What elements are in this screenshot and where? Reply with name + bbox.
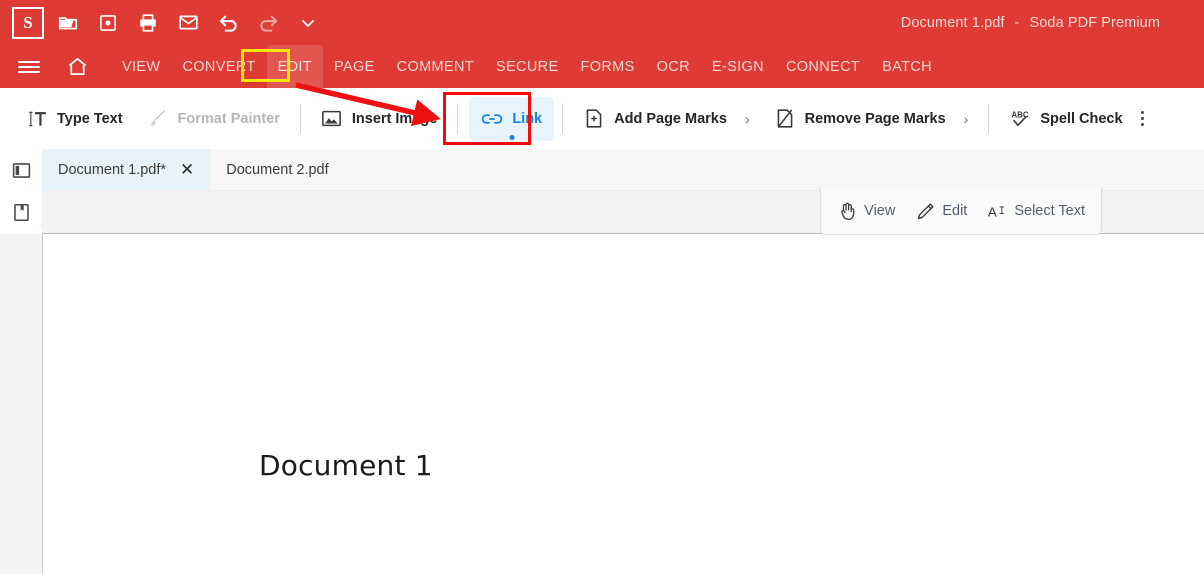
- bookmark-icon[interactable]: [0, 191, 42, 233]
- home-icon[interactable]: [56, 45, 98, 88]
- mode-toolbar: View Edit A Select Text: [820, 188, 1102, 235]
- ribbon-divider: [457, 103, 459, 134]
- title-bar: S Document 1.pdf - Soda PDF Premium: [0, 0, 1204, 45]
- menu-item-ocr[interactable]: OCR: [646, 45, 701, 88]
- menu-item-page[interactable]: PAGE: [323, 45, 386, 88]
- menu-item-esign[interactable]: E-SIGN: [701, 45, 775, 88]
- link-icon: [481, 108, 503, 130]
- add-page-marks-icon: [583, 108, 605, 130]
- menu-bar: VIEW CONVERT EDIT PAGE COMMENT SECURE FO…: [0, 45, 1204, 88]
- type-text-icon: [26, 108, 48, 130]
- link-button[interactable]: Link: [469, 96, 555, 141]
- soda-pdf-window: S Document 1.pdf - Soda PDF Premium VIEW…: [0, 0, 1204, 574]
- link-active-dot: [509, 134, 515, 140]
- app-logo-letter: S: [12, 6, 44, 39]
- mode-select-text-label: Select Text: [1014, 203, 1085, 219]
- type-text-label: Type Text: [57, 110, 123, 127]
- mode-view-label: View: [864, 203, 896, 219]
- link-label: Link: [512, 110, 543, 127]
- mode-select-text-button[interactable]: A Select Text: [987, 201, 1085, 221]
- menu-item-batch[interactable]: BATCH: [871, 45, 943, 88]
- document-tab-2-label: Document 2.pdf: [226, 161, 329, 178]
- save-icon[interactable]: [88, 3, 128, 43]
- svg-text:A: A: [988, 204, 997, 219]
- window-title-separator: -: [1014, 14, 1020, 31]
- remove-page-marks-button[interactable]: Remove Page Marks ›: [762, 97, 981, 141]
- remove-page-marks-icon: [774, 108, 796, 130]
- redo-icon[interactable]: [248, 3, 288, 43]
- chevron-down-icon[interactable]: [288, 3, 328, 43]
- mode-edit-label: Edit: [942, 203, 968, 219]
- hamburger-menu-icon[interactable]: [6, 45, 52, 88]
- spell-check-button[interactable]: ABC Spell Check: [997, 97, 1134, 141]
- mode-edit-button[interactable]: Edit: [915, 201, 967, 221]
- print-icon[interactable]: [128, 3, 168, 43]
- document-tabs: Document 1.pdf* ✕ Document 2.pdf: [42, 149, 345, 190]
- svg-text:ABC: ABC: [1012, 111, 1030, 120]
- menu-item-convert[interactable]: CONVERT: [171, 45, 266, 88]
- menu-item-comment[interactable]: COMMENT: [386, 45, 485, 88]
- email-icon[interactable]: [168, 3, 208, 43]
- window-title: Document 1.pdf - Soda PDF Premium: [901, 0, 1160, 45]
- format-painter-icon: [147, 108, 169, 130]
- app-logo: S: [8, 3, 48, 43]
- menu-item-forms[interactable]: FORMS: [570, 45, 646, 88]
- ribbon-divider: [299, 103, 301, 134]
- window-title-app: Soda PDF Premium: [1029, 14, 1160, 31]
- menu-items: VIEW CONVERT EDIT PAGE COMMENT SECURE FO…: [111, 45, 943, 88]
- select-text-icon: A: [987, 201, 1007, 221]
- ribbon-overflow-icon[interactable]: [1135, 111, 1154, 126]
- pencil-icon: [915, 201, 935, 221]
- document-tab-1[interactable]: Document 1.pdf* ✕: [42, 149, 211, 190]
- quick-access-toolbar: S: [0, 0, 328, 45]
- add-page-marks-chevron-icon[interactable]: ›: [745, 111, 750, 127]
- add-page-marks-label: Add Page Marks: [614, 110, 727, 127]
- mode-view-button[interactable]: View: [837, 201, 895, 221]
- spell-check-label: Spell Check: [1040, 110, 1123, 127]
- format-painter-label: Format Painter: [177, 110, 280, 127]
- workspace: Document 1: [0, 234, 1204, 574]
- hand-icon: [837, 201, 857, 221]
- type-text-button[interactable]: Type Text: [14, 97, 135, 141]
- ribbon-toolbar: Type Text Format Painter Insert Image Li…: [0, 88, 1204, 150]
- panel-toggle-icon[interactable]: [0, 149, 42, 191]
- left-sidebar: [0, 149, 43, 233]
- page-title: Document 1: [259, 449, 433, 482]
- document-tab-1-label: Document 1.pdf*: [58, 161, 167, 178]
- menu-item-view[interactable]: VIEW: [111, 45, 171, 88]
- pdf-page[interactable]: Document 1: [42, 234, 1204, 574]
- menu-item-connect[interactable]: CONNECT: [775, 45, 871, 88]
- remove-page-marks-chevron-icon[interactable]: ›: [964, 111, 969, 127]
- menu-item-edit[interactable]: EDIT: [266, 45, 323, 88]
- menu-item-secure[interactable]: SECURE: [485, 45, 570, 88]
- insert-image-label: Insert Image: [351, 110, 438, 127]
- remove-page-marks-label: Remove Page Marks: [804, 110, 946, 127]
- add-page-marks-button[interactable]: Add Page Marks ›: [571, 97, 762, 141]
- ribbon-divider: [988, 103, 990, 134]
- document-tab-2[interactable]: Document 2.pdf: [210, 149, 344, 190]
- insert-image-icon: [321, 108, 343, 130]
- spell-check-icon: ABC: [1009, 108, 1031, 130]
- close-icon[interactable]: ✕: [180, 161, 194, 178]
- ribbon-divider: [562, 103, 564, 134]
- undo-icon[interactable]: [208, 3, 248, 43]
- open-file-icon[interactable]: [48, 3, 88, 43]
- window-title-document: Document 1.pdf: [900, 14, 1005, 31]
- format-painter-button[interactable]: Format Painter: [135, 97, 292, 141]
- insert-image-button[interactable]: Insert Image: [309, 97, 449, 141]
